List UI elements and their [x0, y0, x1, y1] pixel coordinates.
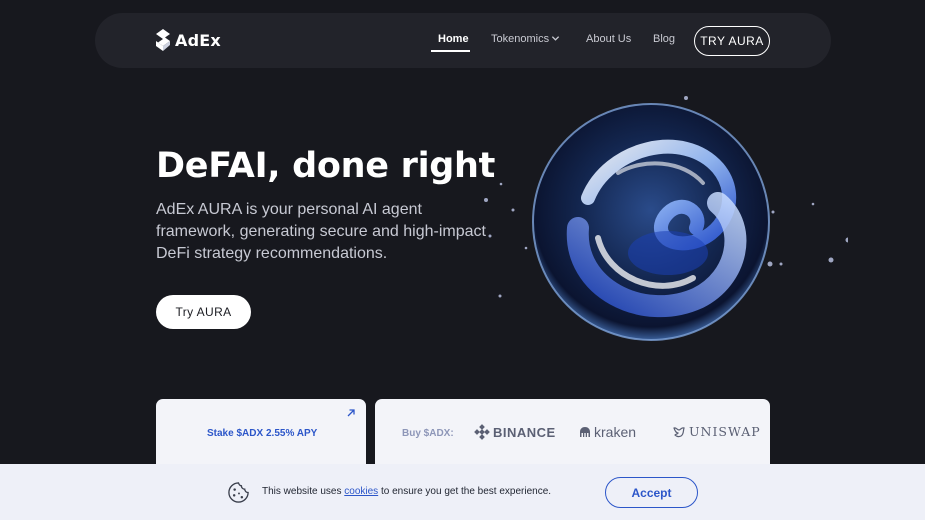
- accept-cookies-button[interactable]: Accept: [605, 477, 698, 508]
- uniswap-icon: [673, 426, 685, 437]
- nav-link-tokenomics[interactable]: Tokenomics: [491, 33, 549, 45]
- binance-link[interactable]: BINANCE: [474, 424, 556, 440]
- buy-label: Buy $ADX:: [402, 428, 454, 439]
- binance-icon: [474, 424, 490, 440]
- kraken-icon: [580, 427, 590, 437]
- chevron-down-icon[interactable]: [551, 34, 560, 43]
- stake-card[interactable]: Stake $ADX 2.55% APY: [156, 399, 366, 471]
- active-underline: [431, 50, 470, 52]
- kraken-label: kraken: [594, 424, 637, 440]
- try-aura-nav-button[interactable]: TRY AURA: [694, 26, 770, 56]
- arrow-up-right-icon[interactable]: [346, 408, 356, 418]
- kraken-link[interactable]: kraken: [579, 424, 636, 440]
- hero-description: AdEx AURA is your personal AI agent fram…: [156, 201, 486, 262]
- adex-logo[interactable]: AdEx: [155, 27, 221, 53]
- nav-link-about-us[interactable]: About Us: [586, 33, 631, 45]
- logo-text: AdEx: [175, 30, 221, 50]
- uniswap-link[interactable]: UNISWAP: [672, 424, 761, 439]
- hero-title: DeFAI, done right: [156, 146, 496, 186]
- cookie-text-before: This website uses: [262, 486, 342, 497]
- cookies-link[interactable]: cookies: [344, 486, 378, 497]
- nav-link-blog[interactable]: Blog: [653, 33, 675, 45]
- uniswap-label: UNISWAP: [689, 424, 761, 439]
- top-nav: AdEx Home Tokenomics About Us Blog TRY A…: [95, 13, 831, 68]
- cookie-banner: This website uses cookies to ensure you …: [0, 464, 925, 520]
- cookie-text-after: to ensure you get the best experience.: [380, 486, 552, 497]
- adex-logo-icon: [156, 29, 170, 51]
- try-aura-hero-button[interactable]: Try AURA: [156, 295, 251, 329]
- stake-apy: 2.55% APY: [266, 428, 318, 439]
- cookie-icon: [228, 482, 249, 503]
- aura-orb-illustration: [484, 96, 848, 341]
- nav-link-home[interactable]: Home: [438, 33, 469, 45]
- binance-label: BINANCE: [493, 424, 556, 440]
- buy-card: Buy $ADX: BINANCE kraken UNISWAP: [375, 399, 770, 471]
- stake-label: Stake $ADX: [207, 428, 264, 439]
- cookie-message: This website uses cookies to ensure you …: [262, 486, 551, 497]
